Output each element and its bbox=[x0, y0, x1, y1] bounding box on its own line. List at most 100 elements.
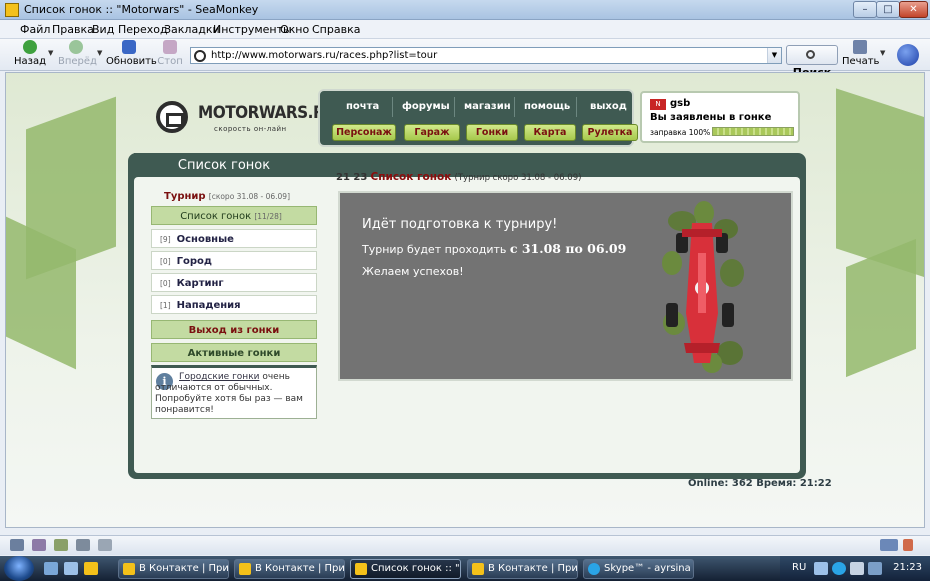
tray-network-icon[interactable] bbox=[814, 562, 828, 575]
taskbar-item-label: В Контакте | Прило... bbox=[255, 563, 345, 574]
menu-go[interactable]: Переход bbox=[118, 23, 168, 36]
tournament-title: Турнир bbox=[164, 191, 206, 202]
nav-link-logout[interactable]: выход bbox=[590, 101, 627, 112]
language-indicator[interactable]: RU bbox=[792, 562, 806, 573]
tray-skype-icon[interactable] bbox=[832, 562, 846, 575]
logo-name: MOTORWARS.RU bbox=[198, 103, 337, 123]
category-label: Картинг bbox=[176, 278, 224, 289]
city-races-link[interactable]: Городские гонки bbox=[179, 372, 259, 382]
user-name[interactable]: gsb bbox=[670, 98, 690, 109]
category-count: [1] bbox=[160, 301, 171, 310]
show-desktop-icon[interactable] bbox=[44, 562, 58, 575]
active-races-label: Активные гонки bbox=[187, 348, 281, 359]
menu-bookmarks[interactable]: Закладки bbox=[164, 23, 220, 36]
menu-view[interactable]: Вид bbox=[92, 23, 114, 36]
minimize-button[interactable]: – bbox=[853, 1, 877, 18]
sidebar-item-attacks[interactable]: [1] Нападения bbox=[151, 295, 317, 314]
taskbar-item-active[interactable]: Список гонок :: "M... bbox=[350, 559, 461, 579]
reload-label: Обновить bbox=[106, 56, 157, 67]
close-button[interactable]: ✕ bbox=[899, 1, 928, 18]
window-title: Список гонок :: "Motorwars" - SeaMonkey bbox=[24, 3, 259, 16]
switch-windows-icon[interactable] bbox=[64, 562, 78, 575]
nav-separator bbox=[392, 97, 393, 117]
content-heading: 21 23 Список гонок (Турнир скоро 31.08 -… bbox=[336, 171, 581, 183]
menubar: Файл Правка Вид Переход Закладки Инструм… bbox=[0, 20, 930, 39]
chatzilla-icon[interactable] bbox=[76, 539, 90, 551]
category-count: [0] bbox=[160, 257, 171, 266]
nav-link-shop[interactable]: магазин bbox=[464, 101, 511, 112]
nav-button-garage[interactable]: Гараж bbox=[404, 124, 460, 141]
sidebar-item-city[interactable]: [0] Город bbox=[151, 251, 317, 270]
seamonkey-icon bbox=[472, 563, 484, 575]
taskbar-item[interactable]: В Контакте | Прило... bbox=[234, 559, 345, 579]
back-label: Назад bbox=[14, 56, 47, 67]
exit-race-label: Выход из гонки bbox=[188, 325, 280, 336]
taskbar-item[interactable]: В Контакте | Прило... bbox=[467, 559, 578, 579]
active-races-button[interactable]: Активные гонки bbox=[151, 343, 317, 362]
user-flag-icon: N bbox=[650, 99, 666, 110]
tray-volume-icon[interactable] bbox=[850, 562, 864, 575]
page-viewport: MOTORWARS.RU скорость он-лайн почта фору… bbox=[5, 72, 925, 528]
quicklaunch-seamonkey-icon[interactable] bbox=[84, 562, 98, 575]
online-status-icon[interactable] bbox=[880, 539, 898, 551]
category-count: [0] bbox=[160, 279, 171, 288]
taskbar-item[interactable]: В Контакте | Прило... bbox=[118, 559, 229, 579]
search-icon bbox=[806, 50, 815, 59]
seamonkey-throbber-icon[interactable] bbox=[897, 44, 919, 66]
windows-taskbar: В Контакте | Прило... В Контакте | Прило… bbox=[0, 556, 930, 581]
taskbar-clock[interactable]: 21:23 bbox=[893, 562, 922, 573]
address-book-icon[interactable] bbox=[98, 539, 112, 551]
sidebar-item-karting[interactable]: [0] Картинг bbox=[151, 273, 317, 292]
site-logo[interactable]: MOTORWARS.RU скорость он-лайн bbox=[156, 97, 337, 137]
tournament-label[interactable]: Турнир [скоро 31.08 - 06.09] bbox=[164, 191, 290, 202]
taskbar-item[interactable]: Skype™ - ayrsina bbox=[583, 559, 694, 579]
menu-window[interactable]: Окно bbox=[280, 23, 309, 36]
announcement-dates: с 31.08 по 06.09 bbox=[509, 241, 627, 256]
back-dropdown-icon[interactable]: ▼ bbox=[48, 49, 53, 57]
print-dropdown-icon[interactable]: ▼ bbox=[880, 49, 885, 57]
navigator-icon[interactable] bbox=[10, 539, 24, 551]
nav-button-races[interactable]: Гонки bbox=[466, 124, 518, 141]
fuel-progress-bar bbox=[712, 127, 794, 136]
forward-button[interactable]: Вперёд bbox=[58, 40, 97, 70]
nav-button-roulette[interactable]: Рулетка bbox=[582, 124, 638, 141]
stop-label: Стоп bbox=[157, 56, 183, 67]
menu-file[interactable]: Файл bbox=[20, 23, 50, 36]
menu-edit[interactable]: Правка bbox=[52, 23, 94, 36]
back-button[interactable]: Назад bbox=[14, 40, 46, 70]
sidebar-race-list[interactable]: Список гонок [11/28] bbox=[151, 206, 317, 225]
composer-icon[interactable] bbox=[54, 539, 68, 551]
taskbar-item-label: В Контакте | Прило... bbox=[139, 563, 229, 574]
forward-label: Вперёд bbox=[58, 56, 97, 67]
browser-statusbar bbox=[0, 535, 930, 555]
reload-button[interactable]: Обновить bbox=[106, 40, 157, 70]
sidebar-item-main[interactable]: [9] Основные bbox=[151, 229, 317, 248]
address-bar[interactable]: ▼ bbox=[190, 47, 782, 64]
forward-dropdown-icon[interactable]: ▼ bbox=[97, 49, 102, 57]
race-list-label: Список гонок bbox=[180, 211, 252, 222]
tournament-announcement: Идёт подготовка к турниру! Турнир будет … bbox=[338, 191, 793, 381]
nav-button-character[interactable]: Персонаж bbox=[332, 124, 396, 141]
maximize-button[interactable]: □ bbox=[876, 1, 900, 18]
reload-icon bbox=[122, 40, 136, 54]
stop-button[interactable]: Стоп bbox=[156, 40, 184, 70]
mail-icon[interactable] bbox=[32, 539, 46, 551]
seamonkey-icon bbox=[355, 563, 367, 575]
taskbar-item-label: Skype™ - ayrsina bbox=[604, 563, 691, 574]
search-button[interactable]: Поиск bbox=[786, 45, 838, 79]
menu-help[interactable]: Справка bbox=[312, 23, 360, 36]
nav-link-help[interactable]: помощь bbox=[524, 101, 570, 112]
url-history-dropdown-icon[interactable]: ▼ bbox=[767, 48, 781, 63]
back-arrow-icon bbox=[23, 40, 37, 54]
start-button[interactable] bbox=[4, 556, 34, 581]
fuel-label: заправка 100% bbox=[650, 128, 711, 137]
nav-button-map[interactable]: Карта bbox=[524, 124, 576, 141]
tray-monitor-icon[interactable] bbox=[868, 562, 882, 575]
url-input[interactable] bbox=[211, 50, 751, 61]
race-list-count: [11/28] bbox=[254, 212, 282, 221]
nav-link-mail[interactable]: почта bbox=[346, 101, 379, 112]
exit-race-button[interactable]: Выход из гонки bbox=[151, 320, 317, 339]
seamonkey-icon bbox=[123, 563, 135, 575]
nav-link-forums[interactable]: форумы bbox=[402, 101, 450, 112]
print-button[interactable]: Печать bbox=[842, 40, 879, 70]
